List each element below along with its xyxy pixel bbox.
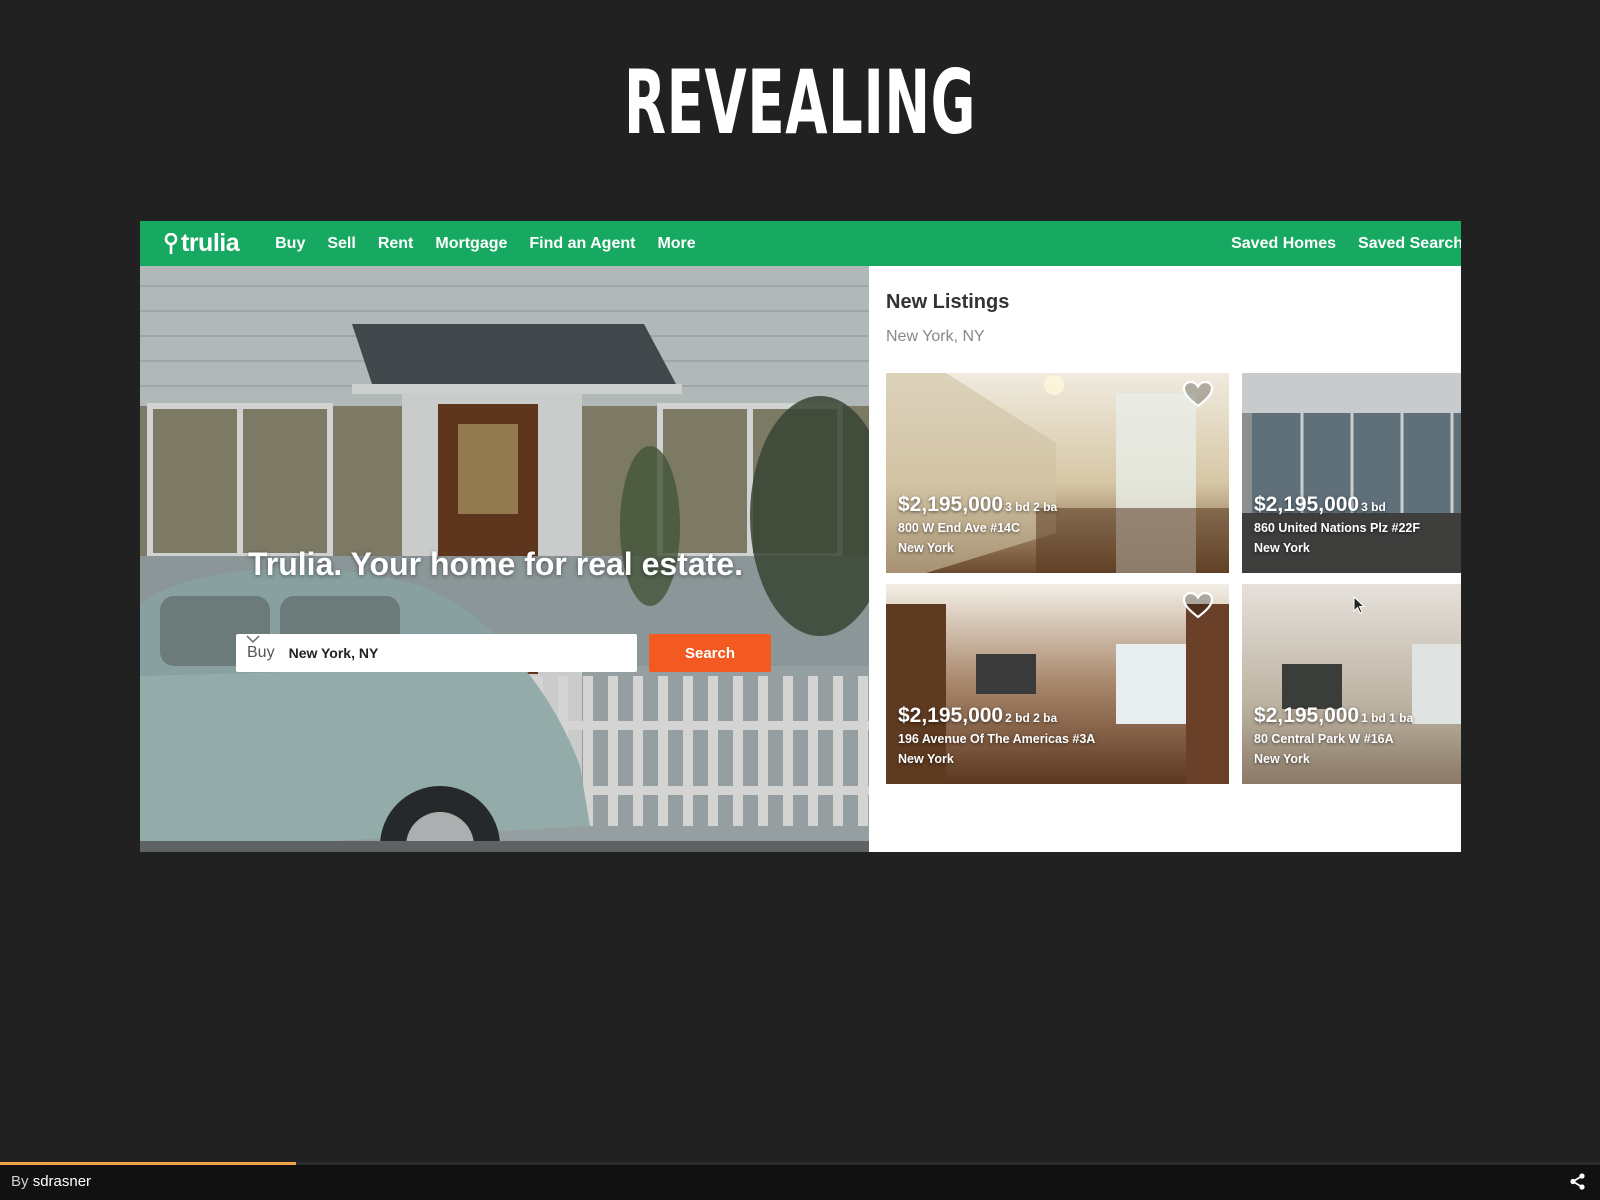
nav-buy[interactable]: Buy (275, 235, 305, 253)
top-nav: trulia Buy Sell Rent Mortgage Find an Ag… (140, 221, 1461, 266)
progress-bar (0, 1162, 296, 1165)
logo-text: trulia (181, 229, 240, 257)
listing-city: New York (1254, 752, 1310, 766)
slide-footer: By sdrasner (0, 1162, 1600, 1200)
listing-info: $2,195,000 3 bd 2 ba 800 W End Ave #14C N… (898, 493, 1057, 555)
hero-tagline: Trulia. Your home for real estate. (248, 546, 743, 582)
nav-more[interactable]: More (657, 235, 695, 253)
listing-address: 80 Central Park W #16A (1254, 732, 1394, 746)
location-search-input[interactable]: New York, NY (289, 645, 379, 661)
trulia-screenshot: trulia Buy Sell Rent Mortgage Find an Ag… (140, 221, 1461, 852)
listing-info: $2,195,000 1 bd 1 ba 80 Central Park W #1… (1254, 704, 1413, 766)
listing-beds: 2 bd 2 ba (1005, 711, 1058, 725)
listing-card[interactable]: $2,195,000 2 bd 2 ba 196 Avenue Of The Am… (886, 584, 1229, 784)
hero-section: Trulia. Your home for real estate. Buy N… (140, 266, 869, 852)
trulia-logo[interactable]: trulia (164, 229, 240, 258)
listing-price: $2,195,000 (898, 704, 1004, 727)
byline: By sdrasner (11, 1173, 91, 1190)
heart-icon[interactable] (1183, 381, 1213, 408)
map-pin-icon (164, 232, 178, 254)
nav-saved-search[interactable]: Saved Search (1358, 235, 1461, 253)
heart-icon[interactable] (1183, 592, 1213, 619)
nav-mortgage[interactable]: Mortgage (435, 235, 507, 253)
listing-address: 860 United Nations Plz #22F (1254, 521, 1421, 535)
nav-right: Saved Homes Saved Search (1209, 221, 1461, 266)
listing-city: New York (898, 752, 954, 766)
search-button[interactable]: Search (649, 634, 771, 672)
listing-card[interactable]: $2,195,000 1 bd 1 ba 80 Central Park W #1… (1242, 584, 1461, 784)
slide-title: REVEALING (623, 51, 977, 154)
mouse-cursor-icon (1353, 596, 1365, 614)
listing-beds: 3 bd (1361, 500, 1386, 514)
by-label: By (11, 1173, 29, 1190)
listing-info: $2,195,000 2 bd 2 ba 196 Avenue Of The Am… (898, 704, 1095, 766)
listing-price: $2,195,000 (1254, 493, 1360, 516)
nav-find-agent[interactable]: Find an Agent (529, 235, 635, 253)
listing-beds: 3 bd 2 ba (1005, 500, 1058, 514)
listings-location: New York, NY (886, 328, 985, 345)
listing-address: 800 W End Ave #14C (898, 521, 1021, 535)
search-bar: Buy New York, NY (236, 634, 637, 672)
listing-beds: 1 bd 1 ba (1361, 711, 1414, 725)
search-type-value: Buy (247, 644, 275, 661)
listing-city: New York (1254, 541, 1310, 555)
nav-saved-homes[interactable]: Saved Homes (1231, 235, 1336, 253)
listing-price: $2,195,000 (898, 493, 1004, 516)
nav-sell[interactable]: Sell (327, 235, 355, 253)
listing-price: $2,195,000 (1254, 704, 1360, 727)
progress-track (0, 1162, 1600, 1165)
nav-rent[interactable]: Rent (378, 235, 414, 253)
author-name[interactable]: sdrasner (33, 1173, 91, 1190)
chevron-down-icon (246, 635, 260, 644)
share-icon[interactable] (1569, 1173, 1586, 1190)
listing-info: $2,195,000 3 bd 860 United Nations Plz #2… (1254, 493, 1420, 555)
search-type-select[interactable]: Buy (236, 635, 275, 662)
listing-address: 196 Avenue Of The Americas #3A (898, 732, 1096, 746)
listings-title: New Listings (886, 291, 1010, 313)
new-listings-panel: New Listings New York, NY $2,195,000 3 bd… (869, 266, 1461, 852)
listing-card[interactable]: $2,195,000 3 bd 2 ba 800 W End Ave #14C N… (886, 373, 1229, 573)
listing-card[interactable]: $2,195,000 3 bd 860 United Nations Plz #2… (1242, 373, 1461, 573)
listing-city: New York (898, 541, 954, 555)
